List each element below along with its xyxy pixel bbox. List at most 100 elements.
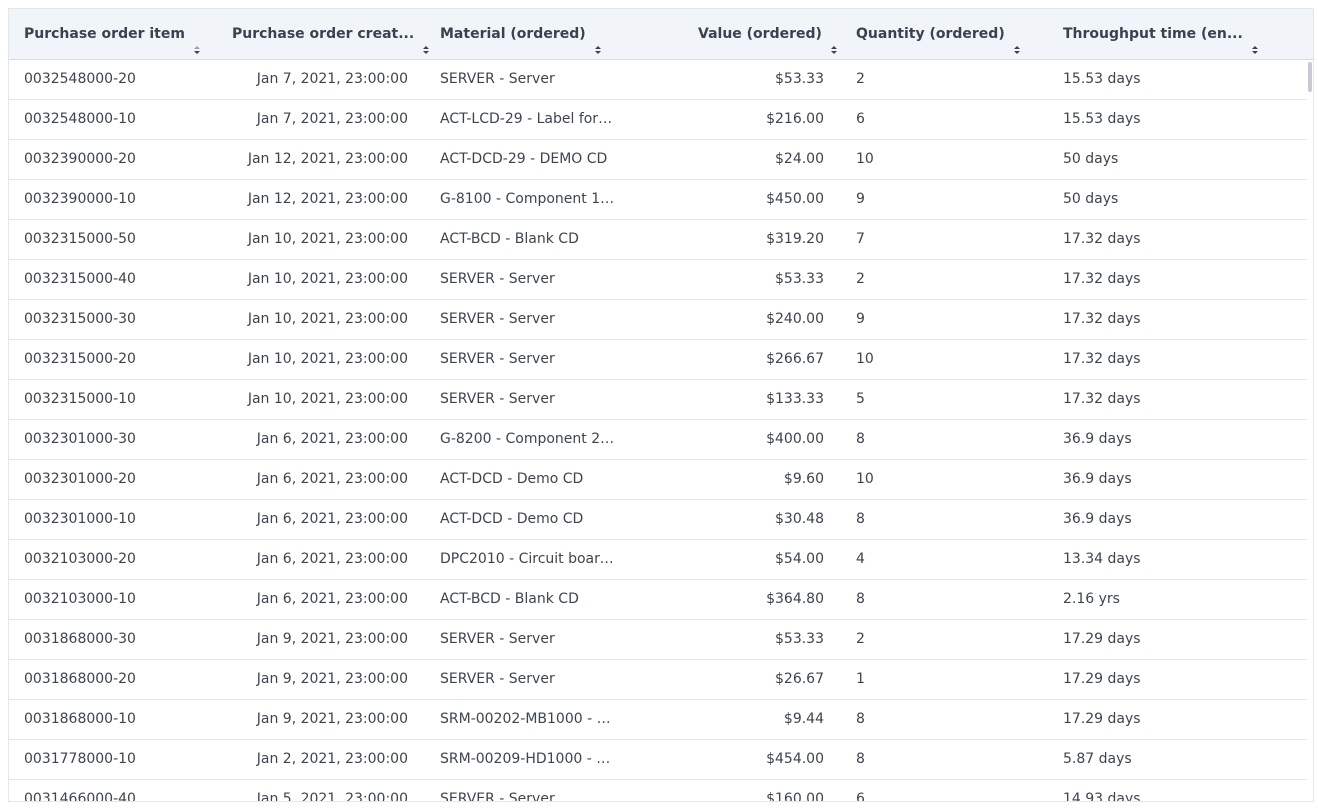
- column-header-0[interactable]: Purchase order item: [24, 9, 201, 59]
- throughput-cell: 36.9 days: [1063, 511, 1132, 527]
- table-row[interactable]: 0032315000-30 Jan 10, 2021, 23:00:00 SERVE…: [9, 300, 1307, 340]
- material-cell: SERVER - Server: [440, 791, 555, 801]
- table-row[interactable]: 0032301000-30 Jan 6, 2021, 23:00:00 G-8200…: [9, 420, 1307, 460]
- material-cell: ACT-BCD - Blank CD: [440, 591, 579, 607]
- po-item-cell: 0032315000-50: [24, 231, 136, 247]
- table-row[interactable]: 0031868000-20 Jan 9, 2021, 23:00:00 SERVER…: [9, 660, 1307, 700]
- throughput-cell: 50 days: [1063, 191, 1119, 207]
- table-row[interactable]: 0032390000-10 Jan 12, 2021, 23:00:00 G-810…: [9, 180, 1307, 220]
- po-item-cell: 0032548000-20: [24, 71, 136, 87]
- sort-icon[interactable]: [1251, 27, 1259, 54]
- table-row[interactable]: 0031868000-10 Jan 9, 2021, 23:00:00 SRM-00…: [9, 700, 1307, 740]
- throughput-cell: 15.53 days: [1063, 71, 1141, 87]
- table-row[interactable]: 0032301000-10 Jan 6, 2021, 23:00:00 ACT-DC…: [9, 500, 1307, 540]
- table-row[interactable]: 0031466000-40 Jan 5, 2021, 23:00:00 SERVER…: [9, 780, 1307, 801]
- sort-icon[interactable]: [1013, 27, 1021, 54]
- throughput-cell: 2.16 yrs: [1063, 591, 1120, 607]
- throughput-cell: 17.29 days: [1063, 631, 1141, 647]
- value-cell: $53.33: [775, 271, 824, 287]
- po-item-cell: 0032301000-10: [24, 511, 136, 527]
- table-row[interactable]: 0032548000-10 Jan 7, 2021, 23:00:00 ACT-LC…: [9, 100, 1307, 140]
- column-header-2[interactable]: Material (ordered): [440, 9, 602, 59]
- column-header-1[interactable]: Purchase order creat...: [232, 9, 430, 59]
- quantity-cell: 9: [856, 191, 865, 207]
- value-cell: $54.00: [775, 551, 824, 567]
- created-date-cell: Jan 7, 2021, 23:00:00: [256, 111, 408, 127]
- table-row[interactable]: 0032390000-20 Jan 12, 2021, 23:00:00 ACT-D…: [9, 140, 1307, 180]
- vertical-scrollbar[interactable]: [1307, 60, 1313, 801]
- quantity-cell: 7: [856, 231, 865, 247]
- table-row[interactable]: 0032103000-20 Jan 6, 2021, 23:00:00 DPC201…: [9, 540, 1307, 580]
- po-item-cell: 0032301000-30: [24, 431, 136, 447]
- throughput-cell: 50 days: [1063, 151, 1119, 167]
- throughput-cell: 13.34 days: [1063, 551, 1141, 567]
- created-date-cell: Jan 10, 2021, 23:00:00: [247, 391, 408, 407]
- quantity-cell: 8: [856, 711, 865, 727]
- sort-icon[interactable]: [830, 27, 838, 54]
- sort-descending-icon[interactable]: [193, 27, 201, 54]
- table-row[interactable]: 0032301000-20 Jan 6, 2021, 23:00:00 ACT-DC…: [9, 460, 1307, 500]
- quantity-cell: 10: [856, 151, 874, 167]
- po-item-cell: 0032103000-10: [24, 591, 136, 607]
- created-date-cell: Jan 10, 2021, 23:00:00: [247, 231, 408, 247]
- table-row[interactable]: 0032103000-10 Jan 6, 2021, 23:00:00 ACT-BC…: [9, 580, 1307, 620]
- table-row[interactable]: 0032548000-20 Jan 7, 2021, 23:00:00 SERVER…: [9, 60, 1307, 100]
- throughput-cell: 17.32 days: [1063, 351, 1141, 367]
- column-header-3[interactable]: Value (ordered): [698, 9, 838, 59]
- po-item-cell: 0032315000-10: [24, 391, 136, 407]
- quantity-cell: 8: [856, 751, 865, 767]
- throughput-cell: 14.93 days: [1063, 791, 1141, 801]
- material-cell: ACT-BCD - Blank CD: [440, 231, 579, 247]
- value-cell: $364.80: [766, 591, 824, 607]
- quantity-cell: 4: [856, 551, 865, 567]
- po-item-cell: 0032548000-10: [24, 111, 136, 127]
- scrollbar-thumb[interactable]: [1308, 62, 1312, 92]
- throughput-cell: 17.32 days: [1063, 231, 1141, 247]
- quantity-cell: 6: [856, 111, 865, 127]
- created-date-cell: Jan 2, 2021, 23:00:00: [256, 751, 408, 767]
- table-row[interactable]: 0032315000-40 Jan 10, 2021, 23:00:00 SERVE…: [9, 260, 1307, 300]
- quantity-cell: 2: [856, 71, 865, 87]
- po-item-cell: 0031778000-10: [24, 751, 136, 767]
- value-cell: $400.00: [766, 431, 824, 447]
- column-header-4[interactable]: Quantity (ordered): [856, 9, 1021, 59]
- column-header-5[interactable]: Throughput time (en...: [1063, 9, 1259, 59]
- po-item-cell: 0032315000-40: [24, 271, 136, 287]
- table-row[interactable]: 0031778000-10 Jan 2, 2021, 23:00:00 SRM-00…: [9, 740, 1307, 780]
- table-row[interactable]: 0031868000-30 Jan 9, 2021, 23:00:00 SERVER…: [9, 620, 1307, 660]
- material-cell: ACT-DCD - Demo CD: [440, 511, 584, 527]
- throughput-cell: 17.32 days: [1063, 391, 1141, 407]
- quantity-cell: 10: [856, 471, 874, 487]
- quantity-cell: 9: [856, 311, 865, 327]
- created-date-cell: Jan 6, 2021, 23:00:00: [256, 471, 408, 487]
- material-cell: ACT-DCD-29 - DEMO CD: [440, 151, 608, 167]
- created-date-cell: Jan 6, 2021, 23:00:00: [256, 551, 408, 567]
- quantity-cell: 8: [856, 511, 865, 527]
- created-date-cell: Jan 9, 2021, 23:00:00: [256, 671, 408, 687]
- created-date-cell: Jan 12, 2021, 23:00:00: [247, 151, 408, 167]
- material-cell: ACT-DCD - Demo CD: [440, 471, 584, 487]
- value-cell: $133.33: [766, 391, 824, 407]
- po-item-cell: 0032301000-20: [24, 471, 136, 487]
- value-cell: $9.60: [783, 471, 824, 487]
- table-row[interactable]: 0032315000-20 Jan 10, 2021, 23:00:00 SERVE…: [9, 340, 1307, 380]
- quantity-cell: 2: [856, 271, 865, 287]
- value-cell: $30.48: [775, 511, 824, 527]
- sort-icon[interactable]: [594, 27, 602, 54]
- material-cell: SERVER - Server: [440, 671, 555, 687]
- table-row[interactable]: 0032315000-10 Jan 10, 2021, 23:00:00 SERVE…: [9, 380, 1307, 420]
- po-item-cell: 0032315000-20: [24, 351, 136, 367]
- created-date-cell: Jan 10, 2021, 23:00:00: [247, 311, 408, 327]
- material-cell: SERVER - Server: [440, 351, 555, 367]
- throughput-cell: 15.53 days: [1063, 111, 1141, 127]
- material-cell: G-8100 - Component 100: [440, 191, 615, 207]
- po-item-cell: 0031868000-10: [24, 711, 136, 727]
- created-date-cell: Jan 6, 2021, 23:00:00: [256, 431, 408, 447]
- value-cell: $53.33: [775, 631, 824, 647]
- material-cell: G-8200 - Component 200: [440, 431, 615, 447]
- created-date-cell: Jan 10, 2021, 23:00:00: [247, 271, 408, 287]
- table-row[interactable]: 0032315000-50 Jan 10, 2021, 23:00:00 ACT-B…: [9, 220, 1307, 260]
- sort-icon[interactable]: [422, 27, 430, 54]
- material-cell: SRM-00202-MB1000 - Mo...: [440, 711, 615, 727]
- table-body[interactable]: 0032548000-20 Jan 7, 2021, 23:00:00 SERVER…: [9, 60, 1307, 801]
